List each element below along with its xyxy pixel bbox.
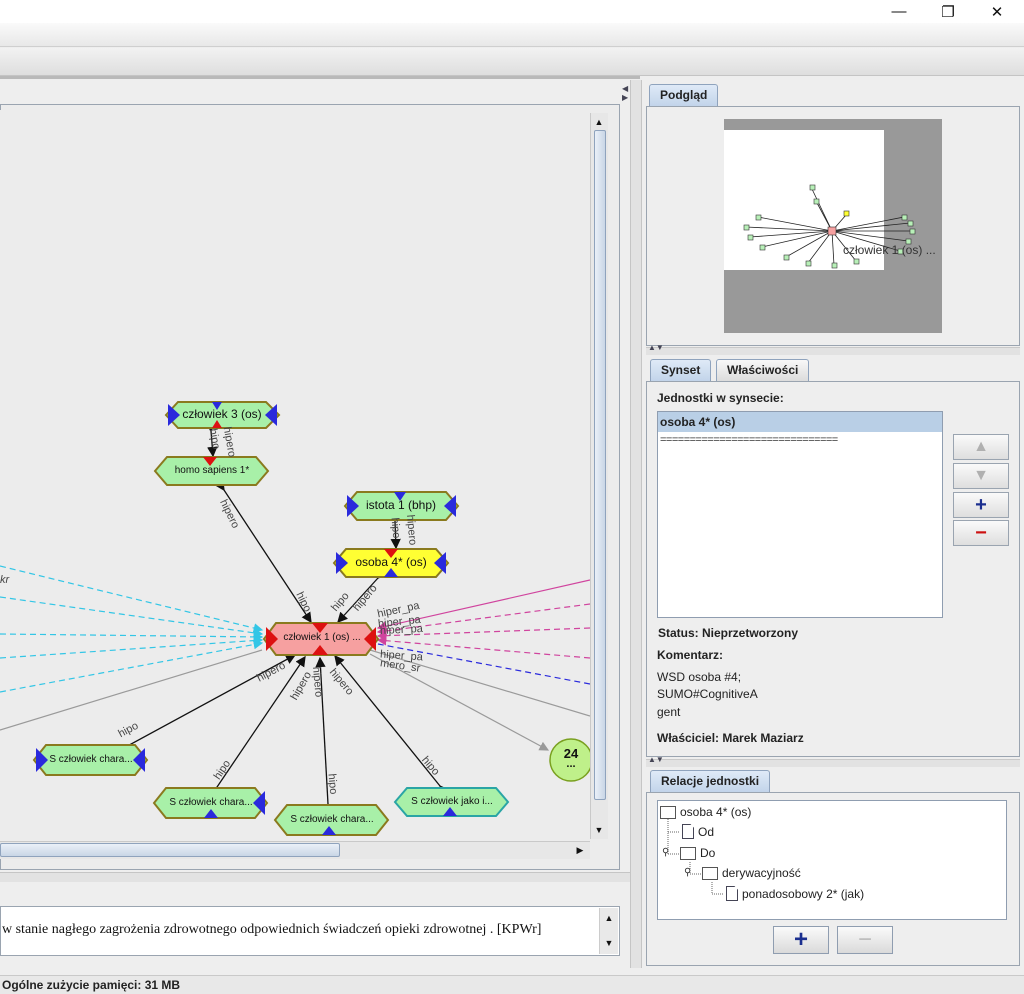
node-label-homo-sapiens: homo sapiens 1* <box>174 465 250 476</box>
gray-edge-left <box>0 649 263 731</box>
tab-properties[interactable]: Właściwości <box>716 359 810 381</box>
edge-label-hipero-istota: hipero <box>403 514 419 546</box>
maximize-button[interactable]: ❐ <box>925 0 971 23</box>
graph-svg <box>0 401 590 836</box>
move-up-button[interactable]: ▲ <box>953 434 1009 460</box>
node-label-s-chara-center: S człowiek chara... <box>290 814 374 825</box>
scroll-down-icon[interactable]: ▼ <box>591 822 607 838</box>
cyan-edges <box>0 565 264 693</box>
synset-splitter[interactable] <box>646 759 1020 767</box>
gloss-text: w stanie nagłego zagrożenia zdrowotnego … <box>2 922 542 937</box>
tree-item-root[interactable]: osoba 4* (os) <box>660 805 751 819</box>
tab-unit-relations[interactable]: Relacje jednostki <box>650 770 771 792</box>
tree-item-do[interactable]: Do <box>680 846 715 860</box>
tree-item-ponadosobowy[interactable]: ponadosobowy 2* (jak) <box>726 886 864 901</box>
toolbar-divider <box>0 76 640 79</box>
tree-toggle-icon[interactable]: ⚲ <box>684 867 691 878</box>
preview-splitter-arrows-icon[interactable]: ▲▼ <box>648 343 664 352</box>
add-relation-button[interactable]: + <box>773 926 829 954</box>
units-separator: ============================== <box>660 434 838 446</box>
document-icon <box>682 824 694 839</box>
edge-label-hiper-pa-3: hiper_pa <box>379 622 424 638</box>
tree-item-root-label: osoba 4* (os) <box>680 805 752 819</box>
scroll-right-icon[interactable]: ▶ <box>572 842 588 858</box>
edge-label-hipo-b3: hipo <box>325 773 340 795</box>
units-label: Jednostki w synsecie: <box>657 391 784 405</box>
node-label-s-chara-mid: S człowiek chara... <box>169 797 253 808</box>
minimize-button[interactable]: — <box>876 0 922 23</box>
folder-open-icon <box>660 805 676 819</box>
tree-item-ponadosobowy-label: ponadosobowy 2* (jak) <box>742 886 865 901</box>
edge-label-kr: kr <box>0 574 10 586</box>
window-titlebar <box>0 0 1024 23</box>
menu-bar <box>0 23 1024 47</box>
scroll-up-icon[interactable]: ▲ <box>591 114 607 130</box>
node-label-istota: istota 1 (bhp) <box>365 498 437 512</box>
edge-label-hipo-istota: hipo <box>388 517 403 539</box>
document-icon <box>726 886 738 901</box>
tree-item-do-label: Do <box>700 846 716 860</box>
remove-unit-button[interactable]: − <box>953 520 1009 546</box>
preview-graph-svg <box>743 184 916 269</box>
comment-line-2: SUMO#CognitiveA <box>657 687 758 701</box>
tree-item-od[interactable]: Od <box>682 824 714 839</box>
folder-open-icon <box>680 846 696 860</box>
owner-label: Właściciel: Marek Maziarz <box>657 731 804 745</box>
graph-horizontal-scroll-thumb[interactable] <box>0 843 340 857</box>
graph-canvas[interactable]: człowiek 3 (os) homo sapiens 1* istota 1… <box>0 110 590 842</box>
tree-item-od-label: Od <box>698 824 715 839</box>
gloss-scroll-down-icon[interactable]: ▼ <box>601 935 617 951</box>
node-label-s-chara-left: S człowiek chara... <box>49 754 133 765</box>
graph-vertical-scroll-thumb[interactable] <box>594 130 606 800</box>
toolbar <box>0 48 1024 76</box>
tree-item-derywacyjnosc-label: derywacyjność <box>722 866 801 880</box>
horizontal-splitter[interactable] <box>0 872 630 882</box>
synset-splitter-arrows-icon[interactable]: ▲▼ <box>648 755 664 764</box>
memory-usage-text: Ogólne zużycie pamięci: 31 MB <box>2 978 181 992</box>
node-label-czlowiek3: człowiek 3 (os) <box>182 407 262 421</box>
tree-toggle-icon[interactable]: ⚲ <box>662 847 669 858</box>
gloss-scroll-up-icon[interactable]: ▲ <box>601 910 617 926</box>
badge-dots: ... <box>566 758 576 770</box>
remove-relation-button[interactable]: − <box>837 926 893 954</box>
status-label: Status: Nieprzetworzony <box>658 626 799 640</box>
comment-line-3: gent <box>657 705 681 719</box>
vertical-splitter[interactable] <box>630 80 642 968</box>
folder-open-icon <box>702 866 718 880</box>
edge-label-hipero-b3: hipero <box>309 666 325 698</box>
comment-label: Komentarz: <box>657 648 724 662</box>
preview-splitter[interactable] <box>646 347 1020 355</box>
move-down-button[interactable]: ▼ <box>953 463 1009 489</box>
tree-item-derywacyjnosc[interactable]: derywacyjność <box>702 866 801 880</box>
node-label-osoba: osoba 4* (os) <box>355 555 427 569</box>
units-list-item[interactable]: osoba 4* (os) <box>658 412 942 432</box>
node-label-czlowiek1: człowiek 1 (os) ... <box>283 632 361 643</box>
preview-node-label: człowiek 1 (os) ... <box>843 243 936 257</box>
node-label-s-jako: S człowiek jako i... <box>411 796 493 807</box>
close-button[interactable]: ✕ <box>974 0 1020 23</box>
tab-synset[interactable]: Synset <box>650 359 712 381</box>
comment-line-1: WSD osoba #4; <box>657 670 742 684</box>
splitter-collapse-icon[interactable]: ◀ ▶ <box>622 84 630 104</box>
tab-preview[interactable]: Podgląd <box>649 84 719 106</box>
add-unit-button[interactable]: + <box>953 492 1009 518</box>
